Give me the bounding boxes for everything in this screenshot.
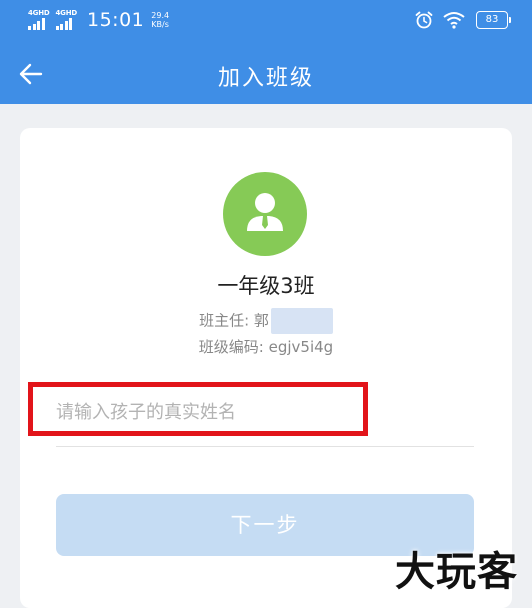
signal-2: 4GHD	[55, 9, 78, 30]
class-teacher: 班主任: 郭	[20, 308, 512, 334]
network-speed: 29.4 KB/s	[151, 11, 169, 29]
wifi-icon	[443, 12, 465, 29]
class-code: 班级编码: egjv5i4g	[198, 338, 334, 356]
battery-icon: 83	[476, 11, 511, 29]
person-icon	[247, 193, 283, 231]
signal-icon	[28, 18, 46, 30]
page-title: 加入班级	[217, 66, 314, 91]
input-underline	[56, 446, 474, 447]
network-speed-value: 29.4	[151, 11, 170, 20]
redacted-name	[270, 308, 333, 334]
signal-1: 4GHD	[28, 10, 50, 30]
signal-2-label: 4GHD	[55, 9, 78, 17]
class-teacher-label: 班主任: 郭	[199, 311, 269, 330]
class-name: 一年级3班	[217, 274, 315, 298]
status-time: 15:01	[87, 9, 145, 31]
class-card: 一年级3班 班主任: 郭 班级编码: egjv5i4g 下一步	[20, 128, 512, 608]
battery-level: 83	[485, 14, 499, 25]
signal-icon	[55, 18, 74, 30]
highlight-box	[28, 382, 368, 436]
signal-1-label: 4GHD	[28, 9, 50, 17]
status-bar: 4GHD 4GHD 15:01 29.4 KB/s 83	[0, 0, 532, 44]
network-speed-unit: KB/s	[151, 20, 169, 29]
alarm-icon	[415, 11, 433, 29]
status-bar-left: 4GHD 4GHD 15:01 29.4 KB/s	[28, 9, 169, 31]
watermark: 大玩客	[395, 548, 518, 595]
nav-bar: 加入班级	[0, 44, 532, 104]
teacher-avatar-icon	[223, 172, 307, 256]
status-bar-right: 83	[414, 10, 511, 30]
